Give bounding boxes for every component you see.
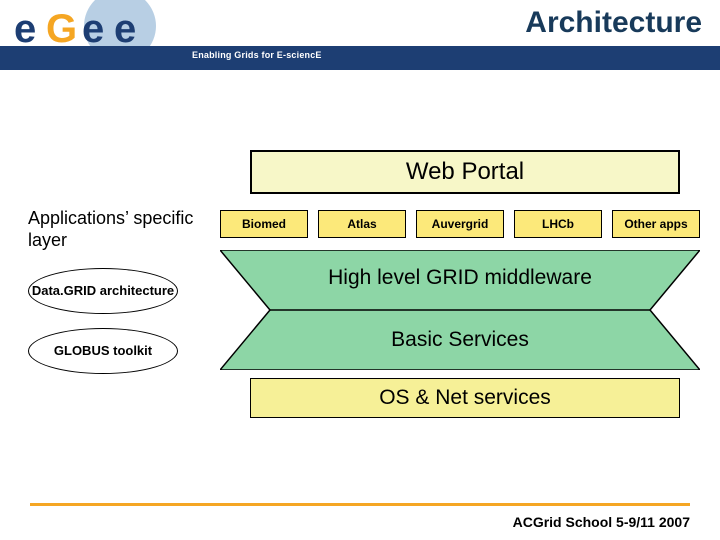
svg-text:e: e xyxy=(14,7,36,51)
os-net-box: OS & Net services xyxy=(250,378,680,418)
middleware-label: High level GRID middleware xyxy=(220,266,700,290)
svg-text:G: G xyxy=(46,7,77,51)
globus-ellipse: GLOBUS toolkit xyxy=(28,328,178,374)
slide-title: Architecture xyxy=(525,6,702,40)
middleware-block: High level GRID middleware Basic Service… xyxy=(220,250,700,370)
basic-services-label: Basic Services xyxy=(220,328,700,352)
svg-text:e: e xyxy=(82,7,104,51)
apps-row: Biomed Atlas Auvergrid LHCb Other apps xyxy=(220,210,700,238)
footer-divider xyxy=(30,503,690,506)
datagrid-ellipse: Data.GRID architecture xyxy=(28,268,178,314)
slide-header: Architecture Enabling Grids for E-scienc… xyxy=(0,0,720,74)
tagline: Enabling Grids for E-sciencE xyxy=(192,50,322,60)
web-portal-box: Web Portal xyxy=(250,150,680,194)
egee-logo: e G e e xyxy=(0,0,190,74)
applications-layer-label: Applications’ specific layer xyxy=(28,208,198,251)
app-auvergrid: Auvergrid xyxy=(416,210,504,238)
svg-text:e: e xyxy=(114,7,136,51)
app-lhcb: LHCb xyxy=(514,210,602,238)
architecture-diagram: Web Portal Applications’ specific layer … xyxy=(0,150,720,450)
app-biomed: Biomed xyxy=(220,210,308,238)
app-atlas: Atlas xyxy=(318,210,406,238)
footer-text: ACGrid School 5-9/11 2007 xyxy=(513,514,690,530)
app-other: Other apps xyxy=(612,210,700,238)
